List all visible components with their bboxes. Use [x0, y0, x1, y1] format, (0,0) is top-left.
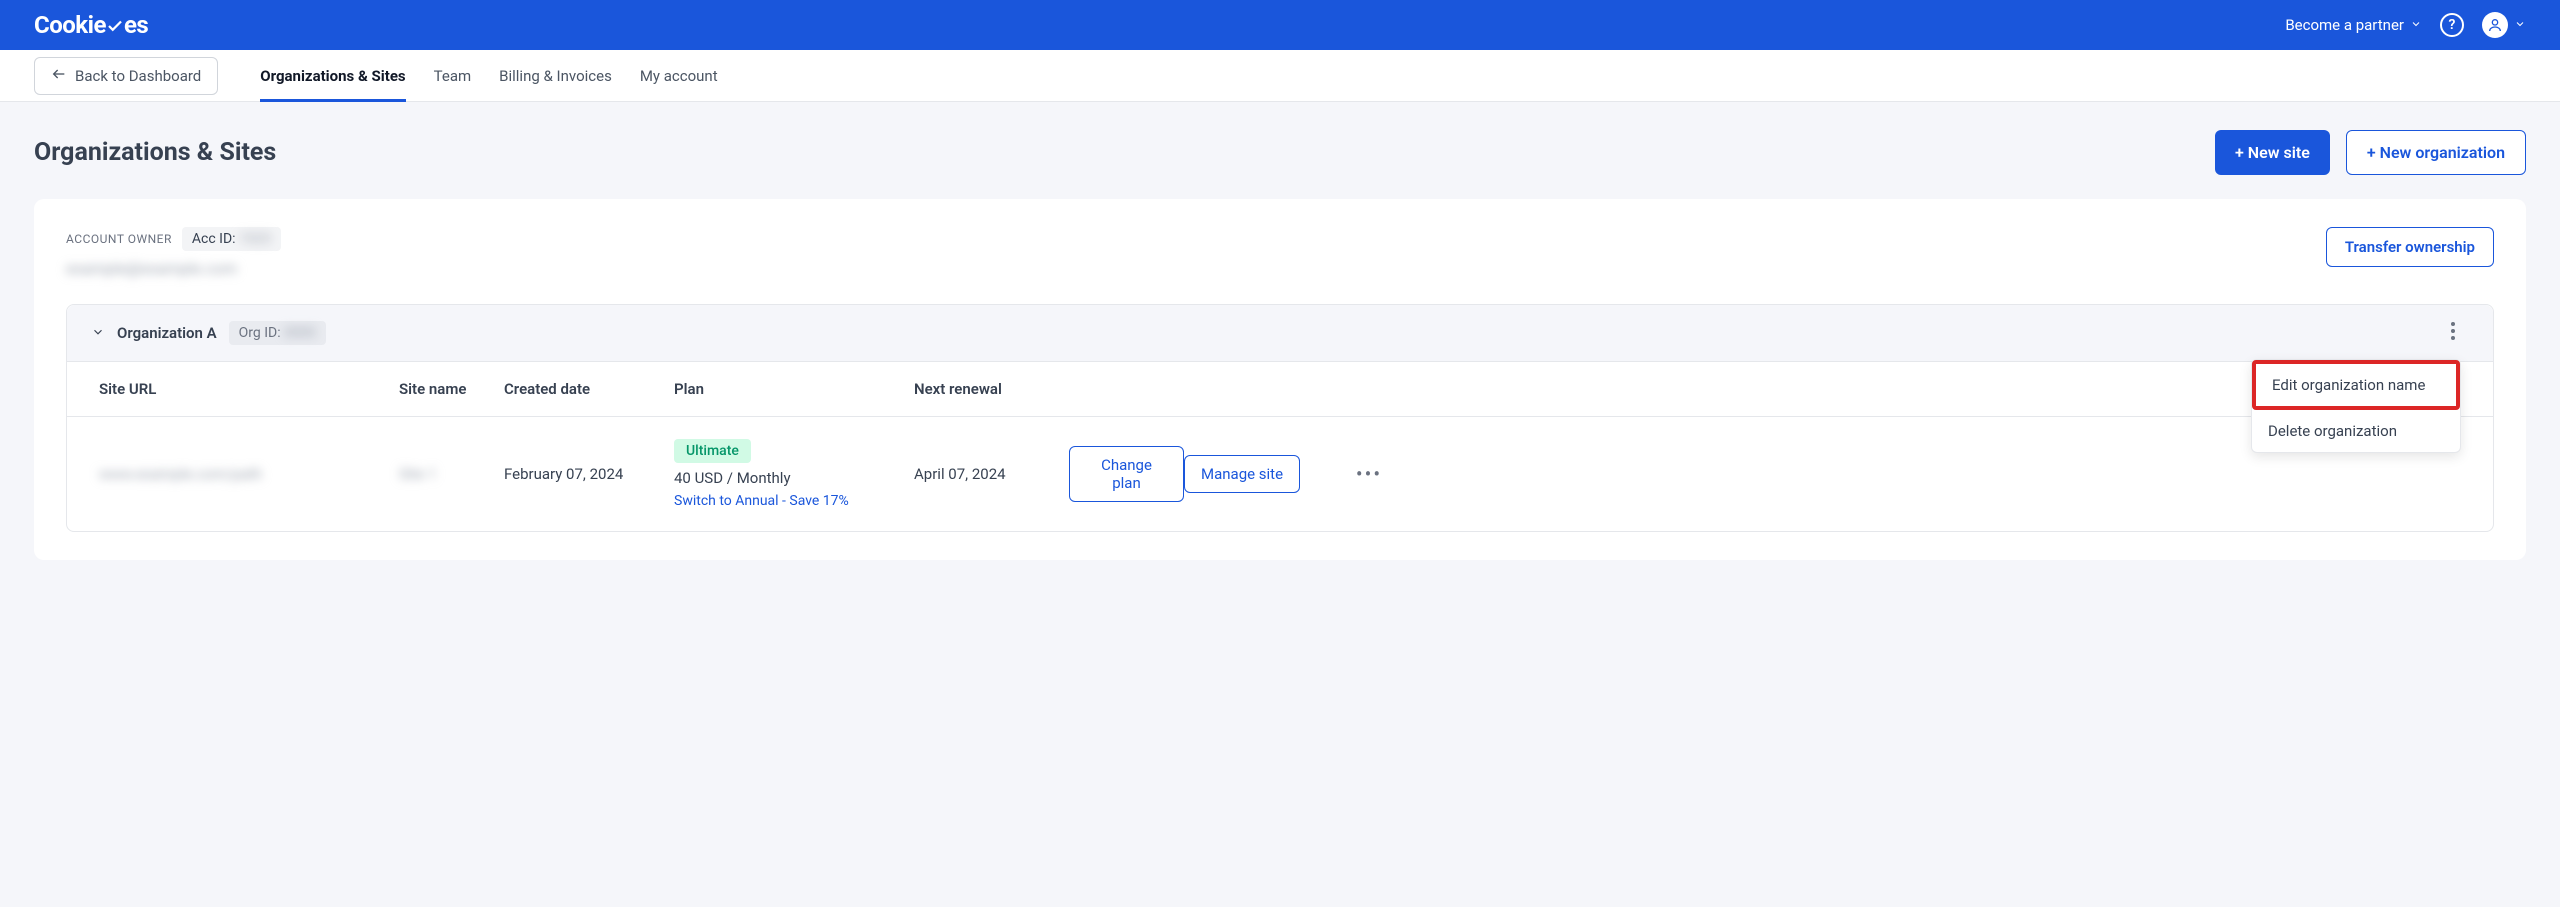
top-header: Cookiees Become a partner ?	[0, 0, 2560, 50]
col-site-name: Site name	[399, 380, 504, 398]
delete-organization-item[interactable]: Delete organization	[2252, 410, 2460, 452]
page-title: Organizations & Sites	[34, 138, 276, 167]
col-created-date: Created date	[504, 380, 674, 398]
owner-info: ACCOUNT OWNER Acc ID: 1523 example@examp…	[66, 227, 281, 278]
owner-top: ACCOUNT OWNER Acc ID: 1523	[66, 227, 281, 251]
col-next-renewal: Next renewal	[914, 380, 1069, 398]
logo-check-icon	[106, 13, 124, 41]
page-container: Organizations & Sites + New site + New o…	[0, 102, 2560, 588]
tab-team[interactable]: Team	[434, 50, 472, 101]
plan-price: 40 USD / Monthly	[674, 469, 791, 487]
user-menu[interactable]	[2482, 12, 2526, 38]
cell-created-date: February 07, 2024	[504, 465, 674, 483]
cell-next-renewal: April 07, 2024	[914, 465, 1069, 483]
new-organization-button[interactable]: + New organization	[2346, 130, 2526, 175]
logo[interactable]: Cookiees	[34, 11, 148, 39]
account-id-badge: Acc ID: 1523	[182, 227, 281, 251]
col-plan: Plan	[674, 380, 914, 398]
help-icon[interactable]: ?	[2440, 13, 2464, 37]
row-menu-button[interactable]: •••	[1344, 462, 1394, 486]
organization-header: Organization A Org ID: 0000	[67, 305, 2493, 362]
new-site-button[interactable]: + New site	[2215, 130, 2330, 175]
plan-badge: Ultimate	[674, 439, 751, 463]
nav-bar: Back to Dashboard Organizations & Sites …	[0, 50, 2560, 102]
page-header: Organizations & Sites + New site + New o…	[34, 130, 2526, 175]
transfer-ownership-button[interactable]: Transfer ownership	[2326, 227, 2494, 267]
chevron-down-icon	[2514, 16, 2526, 34]
tab-billing-invoices[interactable]: Billing & Invoices	[499, 50, 612, 101]
org-card: ACCOUNT OWNER Acc ID: 1523 example@examp…	[34, 199, 2526, 560]
switch-to-annual-link[interactable]: Switch to Annual - Save 17%	[674, 493, 849, 509]
change-plan-button[interactable]: Change plan	[1069, 446, 1184, 502]
header-right: Become a partner ?	[2285, 12, 2526, 38]
arrow-left-icon	[51, 66, 67, 86]
table-header: Site URL Site name Created date Plan Nex…	[67, 362, 2493, 417]
chevron-down-icon	[2410, 16, 2422, 34]
organization-section: Organization A Org ID: 0000 Edit organiz…	[66, 304, 2494, 532]
tab-my-account[interactable]: My account	[640, 50, 718, 101]
back-to-dashboard-button[interactable]: Back to Dashboard	[34, 57, 218, 95]
cell-site-url: www.example.com/path	[99, 465, 399, 483]
organization-name: Organization A	[117, 324, 217, 342]
owner-email: example@example.com	[66, 259, 281, 278]
tab-organizations-sites[interactable]: Organizations & Sites	[260, 50, 405, 101]
cell-plan: Ultimate 40 USD / Monthly Switch to Annu…	[674, 439, 914, 509]
cell-site-name: Site 1	[399, 465, 504, 483]
nav-tabs: Organizations & Sites Team Billing & Inv…	[260, 50, 717, 101]
account-owner-label: ACCOUNT OWNER	[66, 232, 172, 246]
chevron-down-icon[interactable]	[91, 324, 105, 343]
col-site-url: Site URL	[99, 380, 399, 398]
owner-row: ACCOUNT OWNER Acc ID: 1523 example@examp…	[66, 227, 2494, 278]
organization-id-badge: Org ID: 0000	[229, 321, 326, 345]
organization-menu-button[interactable]	[2447, 318, 2459, 348]
header-actions: + New site + New organization	[2215, 130, 2526, 175]
organization-dropdown-menu: Edit organization name Delete organizati…	[2251, 359, 2461, 453]
become-partner-link[interactable]: Become a partner	[2285, 16, 2422, 34]
edit-organization-name-item[interactable]: Edit organization name	[2252, 360, 2460, 410]
manage-site-button[interactable]: Manage site	[1184, 455, 1300, 493]
table-row: www.example.com/path Site 1 February 07,…	[67, 417, 2493, 531]
avatar-icon	[2482, 12, 2508, 38]
